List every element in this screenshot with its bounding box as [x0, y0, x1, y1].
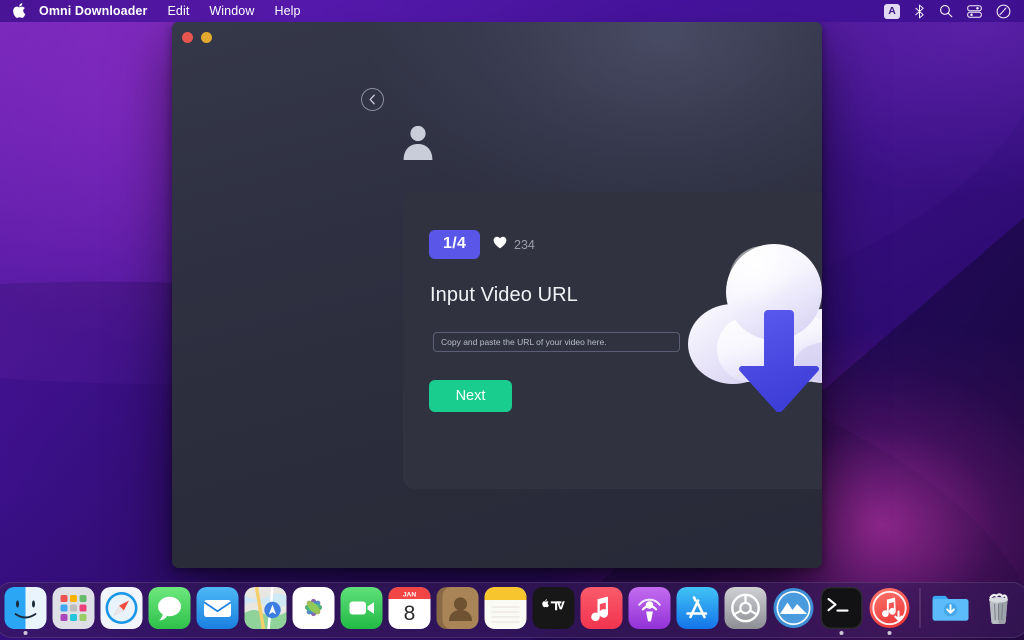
menu-bar: Omni Downloader Edit Window Help A — [0, 0, 1024, 22]
dock-item-contacts[interactable] — [435, 585, 481, 631]
svg-text:8: 8 — [404, 602, 416, 625]
apple-menu-icon[interactable] — [0, 0, 37, 21]
menu-item-help[interactable]: Help — [264, 0, 310, 22]
cloud-download-illustration — [671, 222, 822, 413]
appstore-icon — [676, 587, 719, 629]
dock-item-terminal[interactable] — [819, 585, 865, 635]
dock-item-podcasts[interactable] — [627, 585, 673, 631]
appletv-icon — [532, 587, 575, 629]
safari-icon — [100, 587, 143, 629]
dock-item-launchpad[interactable] — [51, 585, 97, 631]
likes-count: 234 — [514, 238, 535, 252]
desktop: Omni Downloader Edit Window Help A 1/4 2… — [0, 0, 1024, 640]
card-title: Input Video URL — [430, 284, 578, 306]
terminal-icon — [820, 587, 863, 629]
dock-item-finder[interactable] — [3, 585, 49, 635]
calendar-icon: JAN 8 — [388, 587, 431, 629]
input-source-badge-icon[interactable]: A — [884, 3, 900, 19]
dock-item-music[interactable] — [579, 585, 625, 631]
facetime-icon — [340, 587, 383, 629]
dock-item-appletv[interactable] — [531, 585, 577, 631]
podcasts-icon — [628, 587, 671, 629]
photos-icon — [292, 587, 335, 629]
dock-item-messages[interactable] — [147, 585, 193, 631]
bluetooth-icon[interactable] — [914, 4, 925, 19]
siri-icon[interactable] — [996, 4, 1011, 19]
launchpad-icon — [52, 587, 95, 629]
step-card: 1/4 234 Input Video URL Next — [403, 192, 822, 489]
trash-icon — [978, 587, 1020, 629]
svg-text:JAN: JAN — [403, 592, 416, 599]
menu-app-title[interactable]: Omni Downloader — [37, 0, 157, 22]
close-button[interactable] — [182, 32, 193, 43]
running-indicator — [839, 631, 844, 635]
maps-icon — [244, 587, 287, 629]
cleanmymac-icon — [773, 587, 815, 629]
menu-item-window[interactable]: Window — [199, 0, 264, 22]
messages-icon — [148, 587, 191, 629]
dock-item-facetime[interactable] — [339, 585, 385, 631]
downloads-folder-icon — [930, 587, 972, 629]
app-window[interactable]: 1/4 234 Input Video URL Next — [172, 22, 822, 568]
control-center-icon[interactable] — [967, 4, 982, 18]
dock-item-cleanmymac[interactable] — [771, 585, 817, 631]
dock-separator — [919, 587, 921, 628]
dock-item-safari[interactable] — [99, 585, 145, 631]
dock-item-mail[interactable] — [195, 585, 241, 631]
dock-item-photos[interactable] — [291, 585, 337, 631]
dock-item-calendar[interactable]: JAN 8 — [387, 585, 433, 631]
minimize-button[interactable] — [201, 32, 212, 43]
spotlight-search-icon[interactable] — [939, 4, 953, 18]
video-url-input[interactable] — [433, 332, 680, 352]
music-downloader-icon — [869, 587, 911, 629]
running-indicator — [23, 631, 28, 635]
menu-bar-status-area: A — [884, 0, 1015, 22]
back-button[interactable] — [361, 88, 384, 111]
menu-bar-left: Omni Downloader Edit Window Help — [0, 0, 311, 22]
gear-icon — [724, 587, 767, 629]
dock: JAN 8 — [0, 582, 1024, 638]
dock-item-maps[interactable] — [243, 585, 289, 631]
dock-item-system-preferences[interactable] — [723, 585, 769, 631]
heart-icon — [493, 236, 507, 254]
finder-icon — [4, 587, 47, 629]
dock-item-appstore[interactable] — [675, 585, 721, 631]
music-icon — [580, 587, 623, 629]
window-traffic-lights — [182, 32, 212, 43]
dock-item-trash[interactable] — [976, 585, 1022, 631]
dock-item-notes[interactable] — [483, 585, 529, 631]
running-indicator — [887, 631, 892, 635]
mail-icon — [196, 587, 239, 629]
dock-item-music-downloader[interactable] — [867, 585, 913, 635]
likes-group: 234 — [493, 236, 535, 254]
avatar — [399, 122, 437, 160]
notes-icon — [484, 587, 527, 629]
step-badge: 1/4 — [429, 230, 481, 259]
next-button[interactable]: Next — [429, 380, 512, 412]
contacts-icon — [436, 587, 479, 629]
dock-item-downloads-folder[interactable] — [928, 585, 974, 631]
menu-item-edit[interactable]: Edit — [157, 0, 199, 22]
